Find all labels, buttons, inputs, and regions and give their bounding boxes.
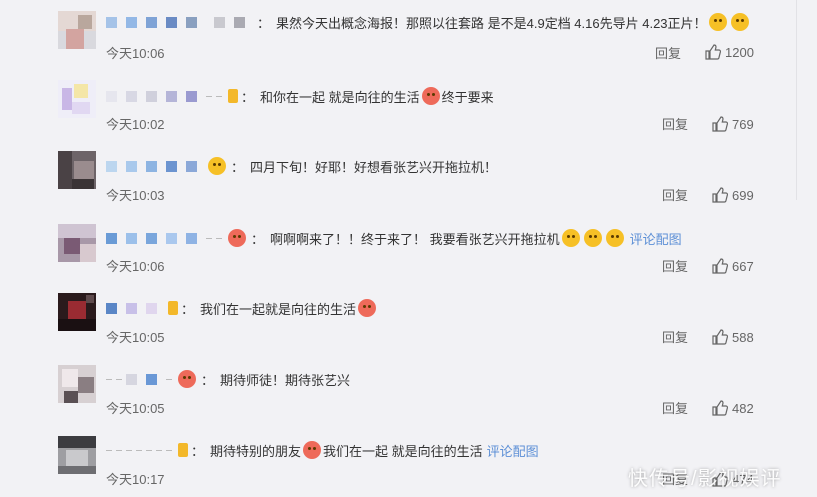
couple-emoji-icon — [358, 299, 377, 317]
comment-item: ： 四月下旬！好耶！好想看张艺兴开拖拉机！ 今天10:03 回复 699 — [0, 142, 796, 213]
username-redacted[interactable]: ： 果然今天出概念海报！那照以往套路 是不是4.9定档 4.16先导片 4.23… — [106, 13, 751, 31]
comment-text: 果然今天出概念海报！那照以往套路 是不是4.9定档 4.16先导片 4.23正片… — [276, 15, 707, 31]
watermark: 快传号/影视娱评 — [628, 468, 782, 490]
comment-text: 我们在一起就是向往的生活 — [200, 301, 357, 317]
avatar[interactable] — [58, 436, 96, 474]
thumbs-up-icon — [712, 116, 728, 132]
comment-image-link[interactable]: 评论配图 — [630, 229, 682, 248]
thumbs-up-icon — [712, 400, 728, 416]
comment-item: ： 期待师徒！期待张艺兴 今天10:05 回复 482 — [0, 355, 796, 426]
hand-emoji-icon — [208, 157, 226, 175]
avatar[interactable] — [58, 151, 96, 189]
comment-text: 四月下旬！好耶！好想看张艺兴开拖拉机！ — [250, 159, 498, 175]
colon: ： — [257, 15, 271, 31]
like-button[interactable]: 769 — [712, 116, 754, 132]
like-button[interactable]: 699 — [712, 187, 754, 203]
like-button[interactable]: 667 — [712, 258, 754, 274]
avatar[interactable] — [58, 11, 96, 49]
comment-text: 期待师徒！期待张艺兴 — [220, 372, 351, 388]
like-count: 699 — [732, 187, 754, 203]
comment-text: 期待特别的朋友 — [210, 443, 302, 459]
vip-badge-icon — [168, 301, 178, 315]
thumbs-up-icon — [712, 187, 728, 203]
like-count: 482 — [732, 400, 754, 416]
reply-button[interactable]: 回复 — [662, 398, 688, 417]
like-button[interactable]: 482 — [712, 400, 754, 416]
comment-text-continued: 终于要来 — [441, 89, 494, 105]
comment-time: 今天10:06 — [106, 46, 165, 61]
colon: ： — [201, 372, 215, 388]
reply-button[interactable]: 回复 — [655, 43, 681, 62]
like-count: 1200 — [725, 44, 754, 60]
comment-text: 和你在一起 就是向往的生活 — [260, 89, 420, 105]
scared-emoji-icon — [730, 13, 749, 31]
comment-time: 今天10:17 — [106, 472, 165, 487]
scream-emoji-icon — [561, 229, 580, 247]
username-redacted[interactable]: ： 期待师徒！期待张艺兴 — [106, 370, 351, 388]
comment-item: ： 啊啊啊来了！！终于来了！ 我要看张艺兴开拖拉机 评论配图 今天10:06 回… — [0, 213, 796, 284]
colon: ： — [251, 231, 265, 247]
comment-item: ： 和你在一起 就是向往的生活 终于要来 今天10:02 回复 769 — [0, 71, 796, 142]
colon: ： — [191, 443, 205, 459]
comment-time: 今天10:02 — [106, 117, 165, 132]
colon: ： — [241, 89, 255, 105]
like-button[interactable]: 588 — [712, 329, 754, 345]
avatar[interactable] — [58, 224, 96, 262]
scream-emoji-icon — [583, 229, 602, 247]
vip-badge-icon — [178, 443, 188, 457]
scream-emoji-icon — [605, 229, 624, 247]
thumbs-up-icon — [712, 329, 728, 345]
comment-time: 今天10:03 — [106, 188, 165, 203]
scared-emoji-icon — [708, 13, 727, 31]
colon: ： — [231, 159, 245, 175]
comment-time: 今天10:06 — [106, 259, 165, 274]
comment-text: 啊啊啊来了！！终于来了！ 我要看张艺兴开拖拉机 — [270, 231, 560, 247]
like-count: 769 — [732, 116, 754, 132]
username-redacted[interactable]: ： 我们在一起就是向往的生活 — [106, 299, 378, 317]
like-button[interactable]: 1200 — [705, 44, 754, 60]
reply-button[interactable]: 回复 — [662, 114, 688, 133]
avatar[interactable] — [58, 365, 96, 403]
heart-eyes-emoji-icon — [421, 87, 440, 105]
reply-button[interactable]: 回复 — [662, 327, 688, 346]
avatar[interactable] — [58, 293, 96, 331]
thumbs-up-icon — [705, 44, 721, 60]
like-count: 588 — [732, 329, 754, 345]
colon: ： — [181, 301, 195, 317]
comment-image-link[interactable]: 评论配图 — [487, 441, 539, 460]
username-redacted[interactable]: ： 和你在一起 就是向往的生活 终于要来 — [106, 87, 494, 105]
username-redacted[interactable]: ： 啊啊啊来了！！终于来了！ 我要看张艺兴开拖拉机 评论配图 — [106, 229, 682, 248]
thumbs-up-icon — [712, 258, 728, 274]
heart-eyes-emoji-icon — [303, 441, 322, 459]
heart-eyes-emoji-icon — [228, 229, 246, 247]
username-redacted[interactable]: ： 期待特别的朋友 我们在一起 就是向往的生活 评论配图 — [106, 441, 539, 460]
vip-badge-icon — [228, 89, 238, 103]
username-redacted[interactable]: ： 四月下旬！好耶！好想看张艺兴开拖拉机！ — [106, 157, 498, 175]
avatar[interactable] — [58, 80, 96, 118]
comment-item: ： 我们在一起就是向往的生活 今天10:05 回复 588 — [0, 284, 796, 355]
scrollbar-edge — [796, 0, 797, 200]
reply-button[interactable]: 回复 — [662, 185, 688, 204]
comment-text-continued: 我们在一起 就是向往的生活 — [323, 443, 483, 459]
comment-item: ： 果然今天出概念海报！那照以往套路 是不是4.9定档 4.16先导片 4.23… — [0, 0, 796, 71]
heart-eyes-emoji-icon — [178, 370, 196, 388]
reply-button[interactable]: 回复 — [662, 256, 688, 275]
like-count: 667 — [732, 258, 754, 274]
comment-time: 今天10:05 — [106, 330, 165, 345]
comment-time: 今天10:05 — [106, 401, 165, 416]
